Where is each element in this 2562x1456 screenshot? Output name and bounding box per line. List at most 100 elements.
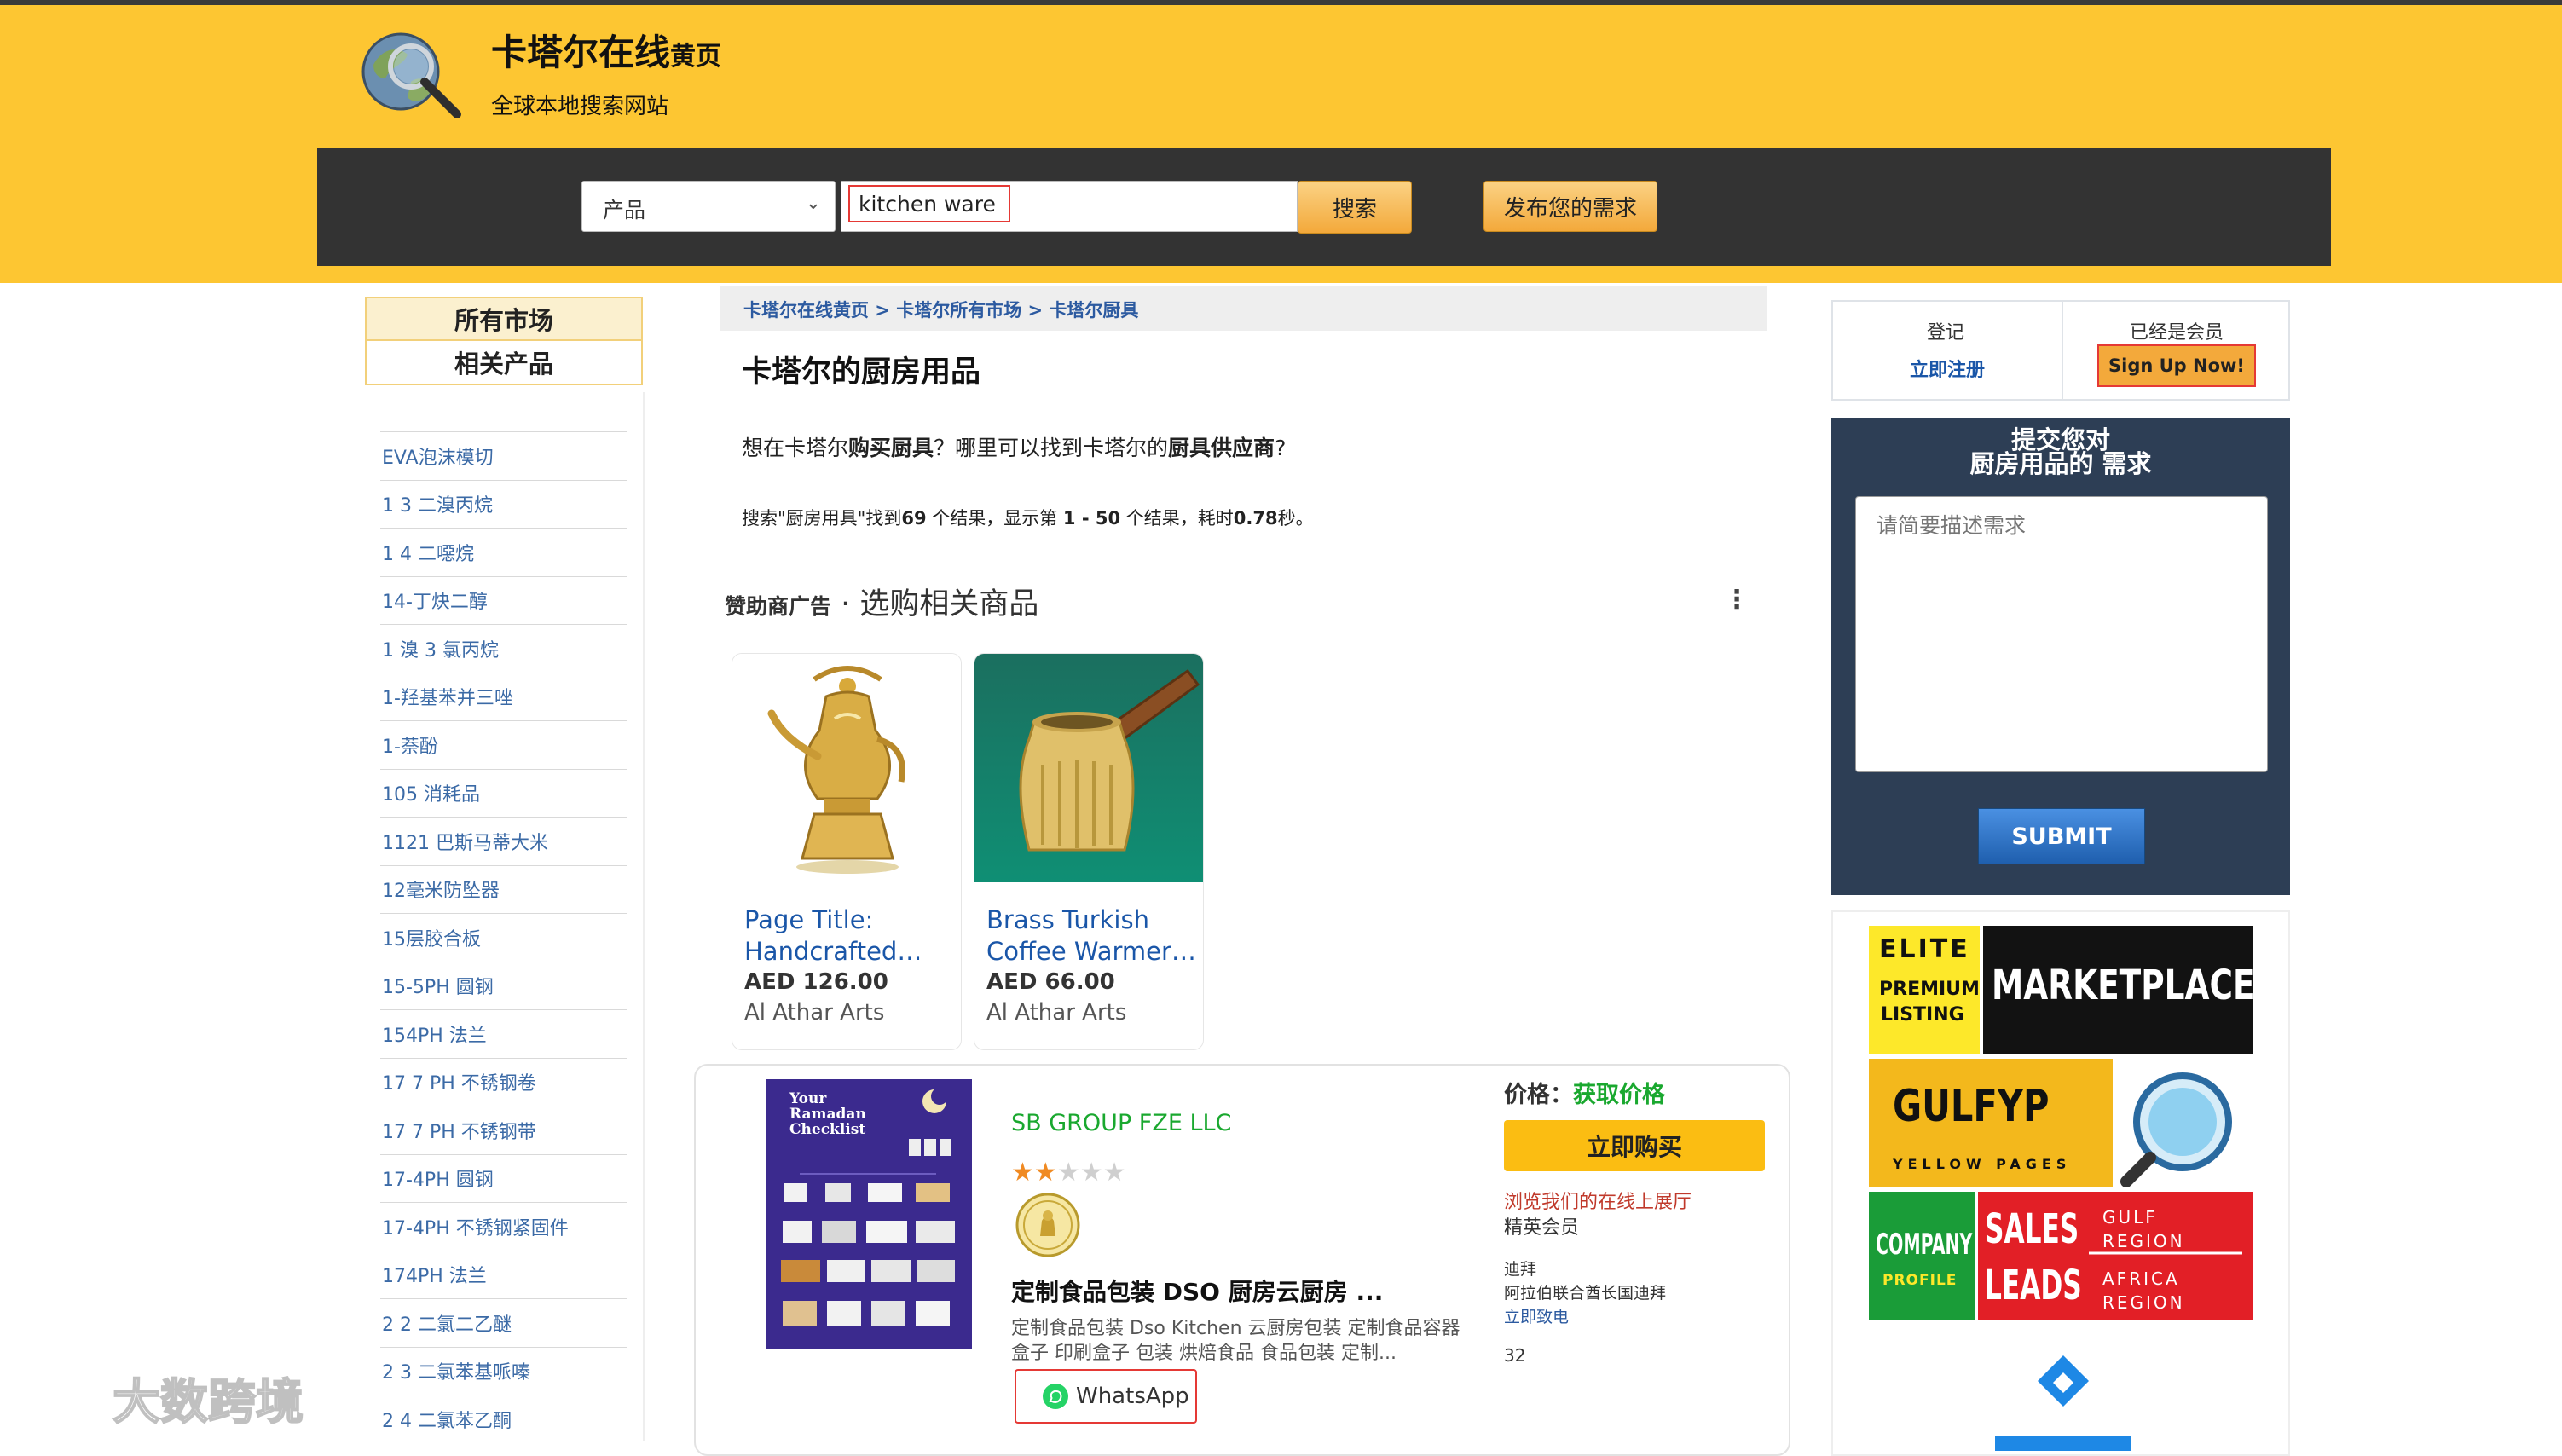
sidebar-item[interactable]: 1 4 二噁烷 [380,528,627,576]
product-card[interactable]: Page Title: Handcrafted… AED 126.00 Al A… [732,653,962,1050]
product-title[interactable]: Brass Turkish Coffee Warmer… [986,904,1196,968]
sidebar-item[interactable]: 14-丁炔二醇 [380,575,627,625]
watermark: 大数跨境 [14,1364,304,1433]
sidebar-item[interactable]: 17 7 PH 不锈钢卷 [380,1057,627,1106]
sidebar-item[interactable]: 12毫米防坠器 [380,864,627,914]
sidebar-item[interactable]: 1 溴 3 氯丙烷 [380,624,627,673]
sidebar-item[interactable]: 15-5PH 圆钢 [380,961,627,1010]
star-empty-icon: ★ [1102,1158,1126,1187]
login-label: 登记 [1927,322,1965,344]
promo-region2: REGION [2102,1292,2185,1313]
get-price-link[interactable]: 获取价格 [1573,1082,1665,1108]
online-showroom-link[interactable]: 浏览我们的在线上展厅 [1504,1187,1692,1214]
sidebar-item[interactable]: EVA泡沫模切 [380,431,627,480]
sidebar-item[interactable]: 17 7 PH 不锈钢带 [380,1106,627,1154]
related-products-list: EVA泡沫模切 1 3 二溴丙烷 1 4 二噁烷 14-丁炔二醇 1 溴 3 氯… [380,431,627,1443]
sidebar-item[interactable]: 105 消耗品 [380,768,627,818]
whatsapp-button[interactable]: WhatsApp [1015,1369,1197,1424]
price-row: 价格：获取价格 [1504,1076,1665,1109]
sidebar-item[interactable]: 17-4PH 圆钢 [380,1153,627,1203]
buy-now-button[interactable]: 立即购买 [1504,1120,1765,1171]
thumb-heading: Your Ramadan Checklist [789,1090,866,1138]
sidebar-item[interactable]: 1-萘酚 [380,720,627,769]
sidebar-tabs: 所有市场 相关产品 [365,297,643,385]
sponsored-ads-header: 赞助商广告 · 选购相关商品 [725,580,1038,623]
sidebar-item[interactable]: 15层胶合板 [380,913,627,962]
listing-title[interactable]: 定制食品包装 DSO 厨房云厨房 ... [1011,1274,1383,1308]
promo-leads: LEADS [1985,1262,2082,1309]
promo-gulfyp: GULFYP [1893,1081,2050,1132]
listing-region: 阿拉伯联合酋长国迪拜 [1504,1284,1667,1303]
product-price: AED 66.00 [986,969,1115,995]
elite-member-badge-icon [1015,1193,1080,1257]
site-subtitle: 全球本地搜索网站 [491,94,669,119]
member-prompt: 已经是会员 [2130,322,2224,344]
brass-teapot-image [732,654,961,882]
rating-stars: ★★★★★ [1011,1158,1126,1187]
listing-city: 迪拜 [1504,1260,1537,1279]
listing-thumbnail[interactable]: Your Ramadan Checklist [766,1079,972,1349]
sidebar-item[interactable]: 1 3 二溴丙烷 [380,479,627,529]
call-now-link[interactable]: 立即致电 [1504,1304,1569,1327]
product-seller: Al Athar Arts [986,1000,1127,1026]
search-stats: 搜索"厨房用具"找到69 个结果，显示第 1 - 50 个结果，耗时0.78秒。 [742,508,1314,529]
login-divider [2062,302,2063,399]
price-label: 价格： [1504,1082,1573,1108]
category-select-value: 产品 [603,198,646,222]
site-title[interactable]: 卡塔尔在线黄页 [491,24,721,76]
product-price: AED 126.00 [744,969,888,995]
watermark-logo-icon [22,1377,106,1424]
promo-listing: LISTING [1881,1004,1964,1026]
sidebar-item[interactable]: 1-羟基苯并三唑 [380,672,627,721]
promo-africa: AFRICA [2102,1268,2180,1289]
register-now-link[interactable]: 立即注册 [1910,355,1985,382]
promo-company: COMPANY [1876,1228,1973,1262]
sidebar-item[interactable]: 2 4 二氯苯乙酮 [380,1395,627,1443]
promo-premium: PREMIUM [1879,979,1980,1000]
breadcrumb[interactable]: 卡塔尔在线黄页 > 卡塔尔所有市场 > 卡塔尔厨具 [720,286,1767,331]
listing-description: 定制食品包装 Dso Kitchen 云厨房包装 定制食品容器 盒子 印刷盒子 … [1011,1318,1460,1364]
promo-profile: PROFILE [1882,1272,1958,1289]
whatsapp-label: WhatsApp [1076,1384,1189,1409]
tab-all-markets[interactable]: 所有市场 [367,298,641,341]
page-title: 卡塔尔的厨房用品 [742,355,981,390]
coffee-warmer-image [974,654,1203,882]
sidebar-item[interactable]: 2 3 二氯苯基哌嗪 [380,1346,627,1395]
intro-text: 想在卡塔尔购买厨具？哪里可以找到卡塔尔的厨具供应商? [742,436,1287,460]
category-select[interactable]: 产品 ⌄ [581,181,836,232]
sign-up-button[interactable]: Sign Up Now! [2097,344,2256,387]
company-name[interactable]: SB GROUP FZE LLC [1011,1110,1231,1136]
whatsapp-icon [1043,1384,1068,1409]
tab-related-products[interactable]: 相关产品 [367,341,641,384]
search-button[interactable]: 搜索 [1298,181,1412,234]
sidebar-item[interactable]: 17-4PH 不锈钢紧固件 [380,1202,627,1251]
submit-button[interactable]: SUBMIT [1978,808,2145,864]
promo-yellow-pages: YELLOW PAGES [1893,1156,2072,1172]
promo-gulf: GULF [2102,1207,2158,1228]
sidebar-item[interactable]: 174PH 法兰 [380,1250,627,1299]
product-title[interactable]: Page Title: Handcrafted… [744,904,954,968]
more-vert-icon[interactable]: ⋮ [1724,585,1749,615]
chevron-down-icon: ⌄ [805,193,821,214]
request-title: 提交您对 厨房用品的 需求 [1969,425,2152,478]
promo-banner[interactable]: ELITE PREMIUM LISTING MARKETPLACE GULFYP… [1831,910,2290,1456]
request-panel: 提交您对 厨房用品的 需求 SUBMIT [1831,418,2290,895]
globe-magnifier-logo-icon[interactable] [356,31,464,121]
post-request-button[interactable]: 发布您的需求 [1483,181,1657,232]
request-textarea[interactable] [1855,496,2268,772]
ad-label: 赞助商广告 [725,594,832,619]
star-filled-icon: ★ [1033,1158,1057,1187]
promo-elite: ELITE [1879,934,1970,964]
sidebar-item[interactable]: 154PH 法兰 [380,1009,627,1058]
star-empty-icon: ★ [1056,1158,1080,1187]
search-input[interactable] [848,185,1010,222]
sidebar-item[interactable]: 1121 巴斯马蒂大米 [380,817,627,865]
sidebar-item[interactable]: 2 2 二氯二乙醚 [380,1298,627,1347]
sidebar-divider [643,392,645,1441]
ad-title: · 选购相关商品 [831,587,1039,621]
listing-count: 32 [1504,1345,1526,1366]
product-card[interactable]: Brass Turkish Coffee Warmer… AED 66.00 A… [974,653,1204,1050]
login-box: 登记 立即注册 已经是会员 Sign Up Now! [1831,300,2290,401]
search-field[interactable] [841,181,1298,232]
product-seller: Al Athar Arts [744,1000,885,1026]
